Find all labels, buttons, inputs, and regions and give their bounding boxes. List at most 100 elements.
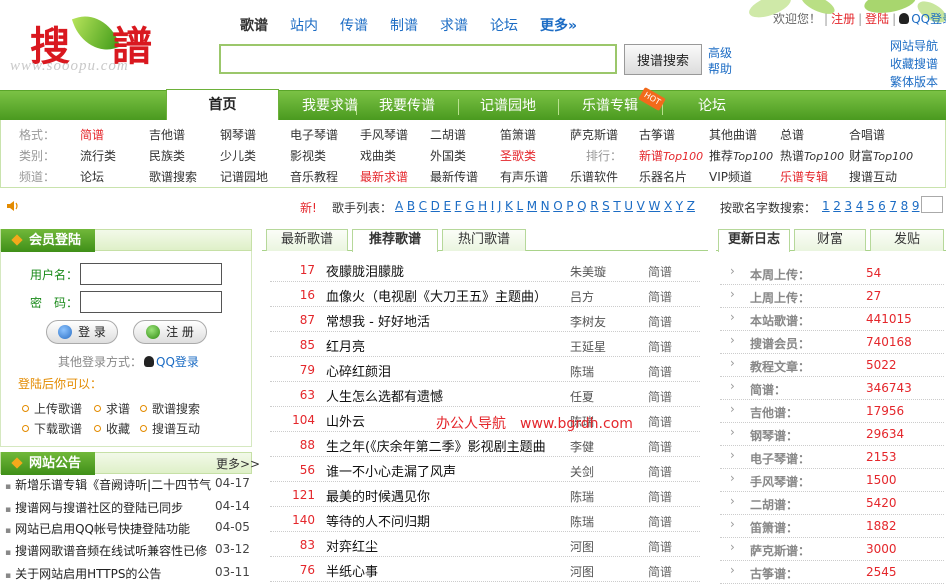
rank-recommend-link[interactable]: 推荐Top100 bbox=[709, 147, 773, 164]
letter-link[interactable]: K bbox=[505, 199, 513, 213]
length-link[interactable]: 2 bbox=[833, 199, 841, 213]
letter-link[interactable]: X bbox=[664, 199, 672, 213]
cat-link[interactable]: 有声乐谱 bbox=[500, 168, 548, 185]
letter-link[interactable]: E bbox=[443, 199, 451, 213]
search-type-upload[interactable]: 传谱 bbox=[340, 15, 368, 35]
song-artist[interactable]: 河图 bbox=[570, 538, 594, 555]
login-link[interactable]: 登陆 bbox=[865, 12, 889, 26]
song-title[interactable]: 心碎红颜泪 bbox=[326, 361, 391, 380]
register-link[interactable]: 注册 bbox=[831, 12, 855, 26]
song-artist[interactable]: 李健 bbox=[570, 438, 594, 455]
letter-link[interactable]: O bbox=[553, 199, 562, 213]
song-row[interactable]: 63 人生怎么选都有遗憾 任夏 简谱 bbox=[270, 382, 700, 407]
cat-link[interactable]: 合唱谱 bbox=[849, 126, 885, 143]
letter-link[interactable]: B bbox=[407, 199, 415, 213]
song-title[interactable]: 红月亮 bbox=[326, 336, 365, 355]
length-link[interactable]: 7 bbox=[889, 199, 897, 213]
length-input[interactable] bbox=[921, 196, 943, 213]
notice-more-link[interactable]: 更多>> bbox=[216, 455, 260, 472]
cat-link[interactable]: 流行类 bbox=[80, 147, 116, 164]
length-link[interactable]: 9 bbox=[912, 199, 920, 213]
traditional-chinese-link[interactable]: 繁体版本 bbox=[890, 73, 938, 91]
rank-new-link[interactable]: 新谱Top100 bbox=[639, 147, 703, 164]
song-title[interactable]: 对弈红尘 bbox=[326, 536, 378, 555]
feature-favorite[interactable]: 收藏 bbox=[94, 420, 130, 437]
notice-item[interactable]: 新增乐谱专辑《音阙诗听|二十四节气04-17 bbox=[5, 476, 250, 493]
qq-login-link[interactable]: QQ登录 bbox=[911, 12, 946, 26]
letter-link[interactable]: D bbox=[431, 199, 440, 213]
song-row[interactable]: 88 生之年(《庆余年第二季》影视剧主题曲 李健 简谱 bbox=[270, 432, 700, 457]
song-title[interactable]: 谁一不小心走漏了风声 bbox=[326, 461, 456, 480]
song-title[interactable]: 生之年(《庆余年第二季》影视剧主题曲 bbox=[326, 436, 546, 455]
notice-item[interactable]: 关于网站启用HTTPS的公告03-11 bbox=[5, 565, 250, 582]
feature-interact[interactable]: 搜谱互动 bbox=[140, 420, 200, 437]
cat-link[interactable]: 总谱 bbox=[780, 126, 804, 143]
song-title[interactable]: 血像火（电视剧《大刀王五》主题曲） bbox=[326, 286, 547, 305]
tab-popular[interactable]: 热门歌谱 bbox=[442, 229, 526, 251]
letter-link[interactable]: V bbox=[637, 199, 645, 213]
tab-latest[interactable]: 最新歌谱 bbox=[266, 229, 348, 251]
tab-recommended[interactable]: 推荐歌谱 bbox=[352, 229, 438, 252]
letter-link[interactable]: U bbox=[624, 199, 633, 213]
song-artist[interactable]: 吕方 bbox=[570, 288, 594, 305]
tab-update-log[interactable]: 更新日志 bbox=[718, 229, 790, 252]
length-link[interactable]: 4 bbox=[856, 199, 864, 213]
song-title[interactable]: 等待的人不问归期 bbox=[326, 511, 430, 530]
cat-link[interactable]: 古筝谱 bbox=[639, 126, 675, 143]
song-artist[interactable]: 陈瑞 bbox=[570, 513, 594, 530]
cat-link[interactable]: 乐谱专辑 bbox=[780, 168, 828, 185]
letter-link[interactable]: R bbox=[590, 199, 598, 213]
song-artist[interactable]: 朱美璇 bbox=[570, 263, 606, 280]
cat-link[interactable]: 电子琴谱 bbox=[290, 126, 338, 143]
cat-link[interactable]: 歌谱搜索 bbox=[149, 168, 197, 185]
song-title[interactable]: 半纸心事 bbox=[326, 561, 378, 580]
song-row[interactable]: 79 心碎红颜泪 陈瑞 简谱 bbox=[270, 357, 700, 382]
cat-link[interactable]: 论坛 bbox=[80, 168, 104, 185]
search-type-request[interactable]: 求谱 bbox=[440, 15, 468, 35]
letter-link[interactable]: I bbox=[491, 199, 495, 213]
length-link[interactable]: 1 bbox=[822, 199, 830, 213]
letter-link[interactable]: S bbox=[602, 199, 610, 213]
login-button[interactable]: 登 录 bbox=[46, 320, 118, 344]
cat-link[interactable]: 简谱 bbox=[80, 126, 104, 143]
feature-search[interactable]: 歌谱搜索 bbox=[140, 400, 200, 417]
letter-link[interactable]: C bbox=[419, 199, 427, 213]
cat-link[interactable]: 圣歌类 bbox=[500, 147, 536, 164]
song-row[interactable]: 76 半纸心事 河图 简谱 bbox=[270, 557, 700, 582]
song-row[interactable]: 56 谁一不小心走漏了风声 关剑 简谱 bbox=[270, 457, 700, 482]
song-row[interactable]: 121 最美的时候遇见你 陈瑞 简谱 bbox=[270, 482, 700, 507]
nav-home[interactable]: 首页 bbox=[166, 89, 279, 122]
nav-forum[interactable]: 论坛 bbox=[664, 91, 760, 121]
register-button[interactable]: 注 册 bbox=[133, 320, 207, 344]
feature-request[interactable]: 求谱 bbox=[94, 400, 130, 417]
feature-upload[interactable]: 上传歌谱 bbox=[22, 400, 82, 417]
letter-link[interactable]: L bbox=[516, 199, 523, 213]
song-row[interactable]: 87 常想我 - 好好地活 李树友 简谱 bbox=[270, 307, 700, 332]
song-row[interactable]: 17 夜朦胧泪朦胧 朱美璇 简谱 bbox=[270, 257, 700, 282]
letter-link[interactable]: N bbox=[541, 199, 550, 213]
song-row[interactable]: 85 红月亮 王延星 简谱 bbox=[270, 332, 700, 357]
cat-link[interactable]: 手风琴谱 bbox=[360, 126, 408, 143]
letter-link[interactable]: W bbox=[648, 199, 660, 213]
username-field[interactable] bbox=[80, 263, 222, 285]
tab-wealth[interactable]: 财富 bbox=[794, 229, 866, 251]
cat-link[interactable]: 搜谱互动 bbox=[849, 168, 897, 185]
song-title[interactable]: 人生怎么选都有遗憾 bbox=[326, 386, 443, 405]
cat-link[interactable]: 乐谱软件 bbox=[570, 168, 618, 185]
search-input[interactable] bbox=[219, 44, 617, 74]
letter-link[interactable]: Z bbox=[687, 199, 695, 213]
song-artist[interactable]: 李树友 bbox=[570, 313, 606, 330]
letter-link[interactable]: J bbox=[498, 199, 502, 213]
tab-posts[interactable]: 发贴 bbox=[870, 229, 944, 251]
letter-link[interactable]: T bbox=[613, 199, 620, 213]
cat-link[interactable]: 吉他谱 bbox=[149, 126, 185, 143]
song-artist[interactable]: 任夏 bbox=[570, 388, 594, 405]
cat-link[interactable]: 影视类 bbox=[290, 147, 326, 164]
song-artist[interactable]: 关剑 bbox=[570, 463, 594, 480]
cat-link[interactable]: 戏曲类 bbox=[360, 147, 396, 164]
letter-link[interactable]: Q bbox=[577, 199, 586, 213]
rank-wealth-link[interactable]: 财富Top100 bbox=[849, 147, 913, 164]
letter-link[interactable]: A bbox=[395, 199, 403, 213]
search-type-gepu[interactable]: 歌谱 bbox=[240, 15, 268, 35]
cat-link[interactable]: 音乐教程 bbox=[290, 168, 338, 185]
